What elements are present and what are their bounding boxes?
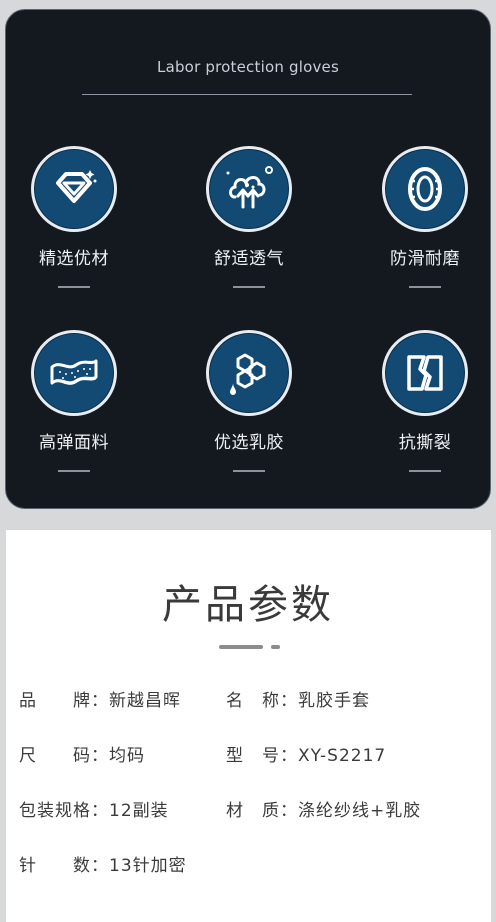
breathable-icon: [206, 146, 292, 232]
diamond-icon: [31, 146, 117, 232]
feature-item: 精选优材: [0, 146, 154, 288]
card-title: Labor protection gloves: [157, 58, 339, 76]
title-dash-long: [219, 645, 263, 649]
feature-underline: [409, 286, 441, 288]
param-key: 品 牌：: [19, 691, 109, 711]
param-size: 尺 码：均码: [19, 741, 145, 766]
param-value: 涤纶纱线+乳胶: [298, 801, 422, 821]
feature-label: 精选优材: [39, 249, 109, 269]
feature-underline: [409, 470, 441, 472]
feature-item: 优选乳胶: [169, 330, 329, 472]
param-name: 名 称：乳胶手套: [226, 686, 370, 711]
param-material: 材 质：涤纶纱线+乳胶: [226, 796, 421, 821]
fabric-icon: [31, 330, 117, 416]
feature-item: 抗撕裂: [345, 330, 496, 472]
feature-underline: [58, 470, 90, 472]
param-brand: 品 牌：新越昌晖: [19, 686, 181, 711]
title-divider: [82, 94, 412, 95]
param-key: 针 数：: [19, 856, 109, 876]
title-dash-short: [271, 645, 280, 649]
feature-underline: [233, 470, 265, 472]
feature-item: 高弹面料: [0, 330, 154, 472]
feature-label: 优选乳胶: [214, 433, 284, 453]
param-packaging: 包装规格：12副装: [19, 796, 169, 821]
feature-underline: [233, 286, 265, 288]
param-model: 型 号：XY-S2217: [226, 741, 386, 766]
param-value: XY-S2217: [298, 746, 387, 766]
param-key: 材 质：: [226, 801, 298, 821]
features-card: Labor protection gloves 精选优材 舒适透气 防滑耐磨 高…: [5, 9, 491, 509]
param-value: 12副装: [109, 801, 169, 821]
param-value: 新越昌晖: [109, 691, 181, 711]
feature-item: 舒适透气: [169, 146, 329, 288]
feature-label: 防滑耐磨: [390, 249, 460, 269]
param-key: 包装规格：: [19, 801, 109, 821]
feature-item: 防滑耐磨: [345, 146, 496, 288]
param-value: 13针加密: [109, 856, 187, 876]
feature-label: 舒适透气: [214, 249, 284, 269]
param-key: 尺 码：: [19, 746, 109, 766]
feature-label: 高弹面料: [39, 433, 109, 453]
param-key: 型 号：: [226, 746, 298, 766]
tire-icon: [382, 146, 468, 232]
param-value: 均码: [109, 746, 145, 766]
param-key: 名 称：: [226, 691, 298, 711]
params-title: 产品参数: [162, 582, 334, 628]
param-value: 乳胶手套: [298, 691, 370, 711]
feature-underline: [58, 286, 90, 288]
param-stitches: 针 数：13针加密: [19, 851, 187, 876]
tear-resistant-icon: [382, 330, 468, 416]
feature-label: 抗撕裂: [398, 433, 452, 453]
latex-icon: [206, 330, 292, 416]
